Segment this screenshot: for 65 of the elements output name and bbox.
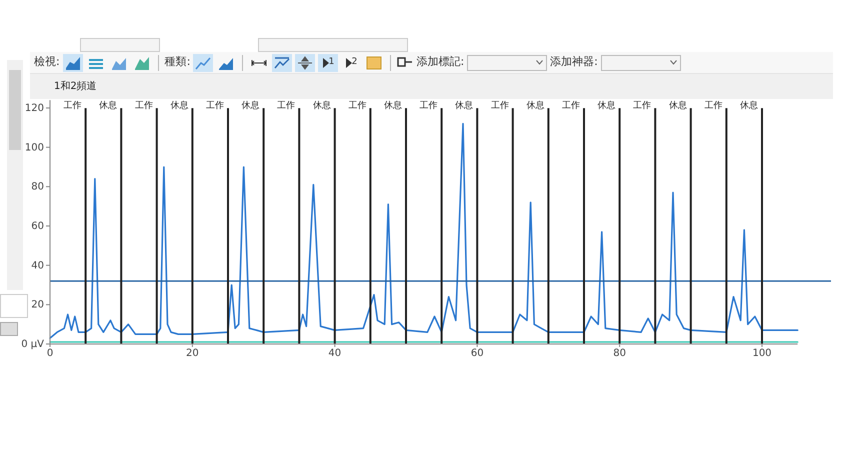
axis-label: 20: [31, 300, 44, 311]
tool-button[interactable]: 2: [341, 54, 362, 72]
chart-icon: [195, 54, 212, 70]
marker-label: 工作: [704, 101, 722, 112]
marker-label: 工作: [134, 101, 153, 112]
caret-icon: [670, 60, 677, 65]
toolbar-label: 添加標記:: [416, 54, 464, 70]
tool-button[interactable]: [272, 54, 292, 72]
axis-label: 100: [24, 142, 44, 154]
zoom-chart-icon: [274, 56, 290, 70]
marker-label: 工作: [633, 101, 652, 112]
fit-width-icon: [251, 58, 268, 68]
axis-label: 80: [613, 348, 626, 359]
marker-label: 工作: [206, 101, 224, 112]
chart-title: 1和2頻道: [53, 80, 98, 94]
input-field[interactable]: [0, 294, 28, 318]
marker-label: 工作: [64, 101, 82, 112]
marker-label: 休息: [170, 101, 188, 112]
marker-label: 休息: [312, 101, 331, 112]
toolbar-label: 添加神器:: [550, 54, 598, 70]
marker-label: 工作: [348, 101, 366, 112]
marker-label: 工作: [562, 101, 580, 112]
input-field[interactable]: [258, 38, 408, 52]
axis-label: 20: [186, 348, 199, 359]
marker-label: 休息: [99, 101, 118, 112]
marker-label: 休息: [668, 101, 687, 112]
marker-label: 工作: [420, 101, 438, 112]
marker-label: 工作: [490, 101, 509, 112]
scrollbar-thumb[interactable]: [9, 70, 21, 150]
axis-label: 40: [328, 348, 342, 359]
axis-label: 60: [31, 220, 44, 232]
axis-label: 40: [31, 260, 44, 272]
move-icon: [297, 56, 314, 70]
cursor-number: 2: [352, 56, 358, 69]
marker-label: 休息: [526, 101, 544, 112]
dropdown[interactable]: [600, 54, 681, 70]
input-field[interactable]: [80, 38, 160, 52]
chart-icon: [134, 54, 150, 70]
toolbar-label: 種類:: [164, 54, 190, 70]
marker-label: 休息: [455, 101, 474, 112]
marker-label: 休息: [740, 101, 758, 112]
tool-button[interactable]: 1: [318, 54, 338, 72]
tool-button[interactable]: [295, 54, 316, 72]
cursor-number: 1: [328, 56, 334, 69]
axis-label: 120: [24, 102, 44, 114]
axis-label: 80: [31, 182, 44, 193]
cursor-icon: [346, 58, 352, 68]
view-button[interactable]: [62, 54, 83, 72]
chart-icon: [64, 54, 81, 70]
axis-label: 100: [752, 348, 772, 359]
type-button[interactable]: [193, 54, 214, 72]
marker-label: 休息: [598, 101, 616, 112]
marker-label: 休息: [242, 101, 260, 112]
axis-label: 0 µV: [21, 339, 44, 350]
marker-label: 工作: [277, 101, 296, 112]
dropdown[interactable]: [467, 54, 548, 70]
axis-label: 0: [46, 348, 54, 359]
axis-label: 60: [470, 348, 484, 359]
toolbar-label: 檢視:: [34, 54, 60, 70]
cursor-icon: [322, 58, 329, 68]
input-field[interactable]: [0, 322, 18, 336]
marker-label: 休息: [384, 101, 402, 112]
caret-icon: [536, 60, 544, 65]
scrollbar[interactable]: [7, 60, 23, 290]
color-swatch-icon: [366, 56, 382, 70]
